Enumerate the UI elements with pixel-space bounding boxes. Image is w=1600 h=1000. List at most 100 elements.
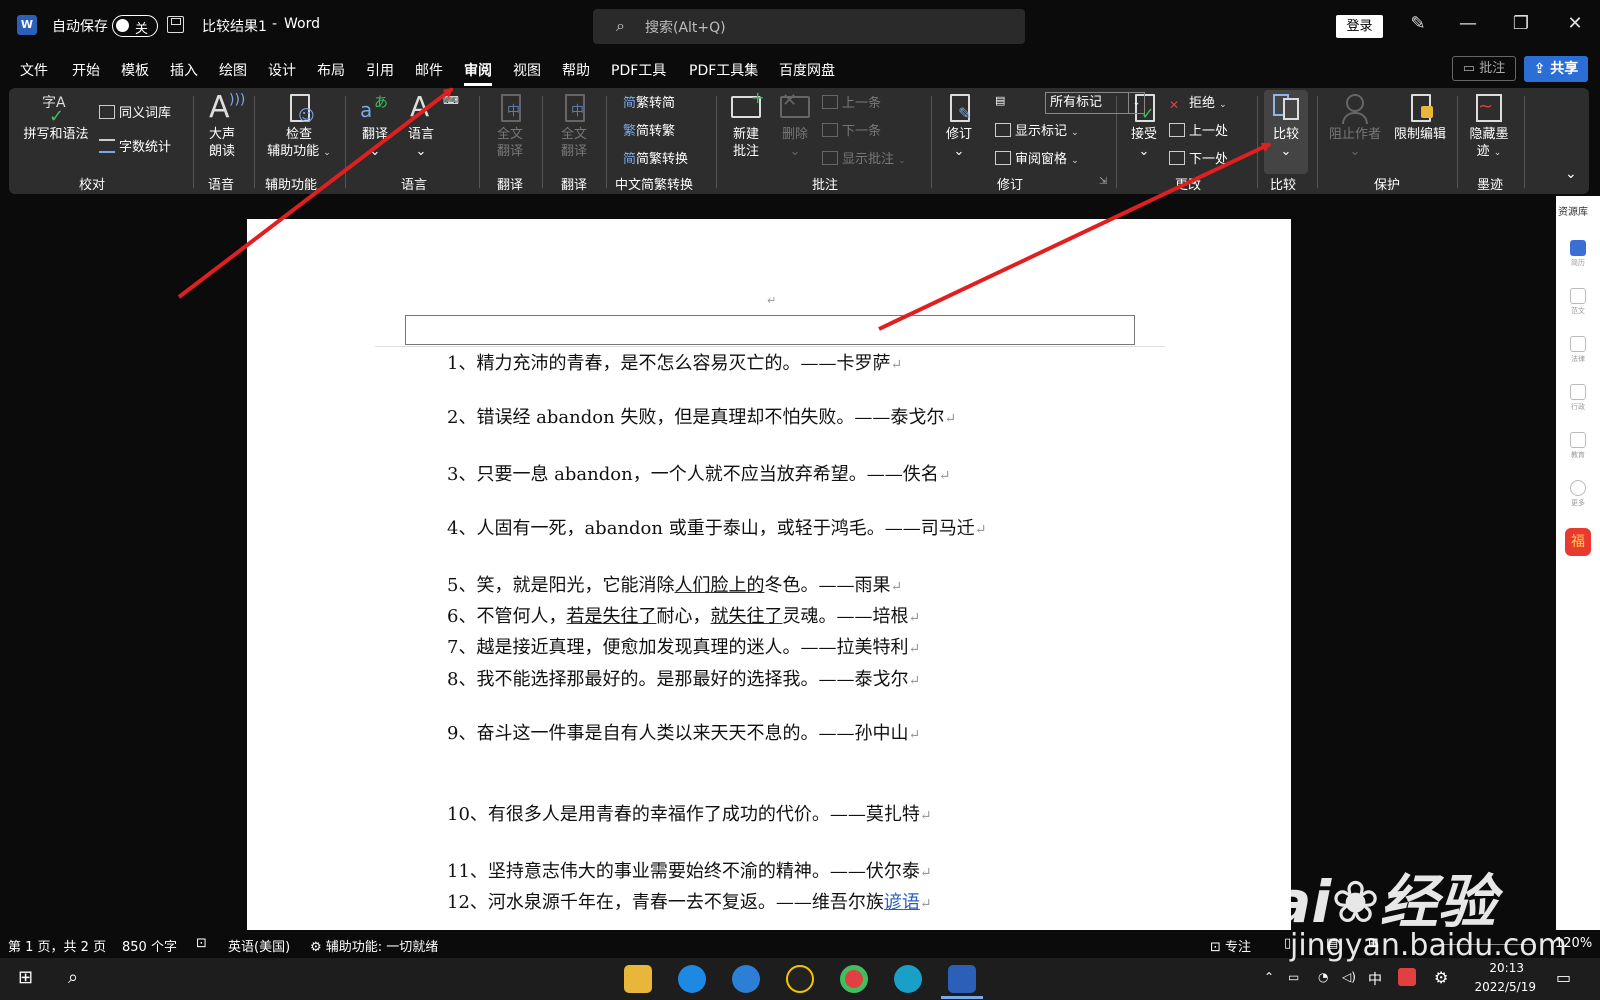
- paragraph[interactable]: 7、越是接近真理，便愈加发现真理的迷人。——拉美特利↵: [447, 633, 920, 659]
- minimize-icon[interactable]: —: [1453, 13, 1483, 34]
- chinese-conversion-button[interactable]: 简简繁转换: [623, 148, 688, 167]
- tab-layout[interactable]: 布局: [317, 60, 345, 80]
- hide-ink-button[interactable]: ~ 隐藏墨 迹 ⌄: [1463, 92, 1515, 162]
- paragraph[interactable]: 2、错误经 abandon 失败，但是真理却不怕失败。——泰戈尔↵: [447, 403, 956, 429]
- windows-start-icon[interactable]: ⊞: [18, 967, 33, 988]
- tab-home[interactable]: 开始: [72, 60, 100, 80]
- track-changes-button[interactable]: ✎ 修订 ⌄: [939, 92, 979, 160]
- tracking-options-launcher-icon[interactable]: ⇲: [1099, 176, 1107, 187]
- file-explorer-icon[interactable]: [624, 965, 652, 993]
- resource-item-more[interactable]: 更多: [1568, 480, 1588, 508]
- paragraph[interactable]: 6、不管何人，若是失往了耐心，就失往了灵魂。——培根↵: [447, 602, 920, 628]
- tab-mailings[interactable]: 邮件: [415, 60, 443, 80]
- full-translate-button-2[interactable]: 中 全文 翻译: [549, 92, 599, 160]
- tab-design[interactable]: 设计: [268, 60, 296, 80]
- block-authors-button[interactable]: 阻止作者 ⌄: [1325, 92, 1385, 160]
- page-count[interactable]: 第 1 页，共 2 页: [8, 936, 106, 955]
- tab-review[interactable]: 审阅: [464, 60, 492, 86]
- sogou-ime-icon[interactable]: [1398, 968, 1416, 986]
- keyboard-icon[interactable]: ⌨: [443, 94, 459, 107]
- tab-pdf-tools[interactable]: PDF工具: [611, 60, 666, 80]
- pen-icon[interactable]: ✎: [1403, 13, 1433, 34]
- word-count-button[interactable]: 字数统计: [99, 136, 171, 155]
- thesaurus-button[interactable]: 同义词库: [99, 102, 171, 121]
- red-packet-icon[interactable]: 福: [1565, 528, 1591, 556]
- chrome-icon[interactable]: [840, 965, 868, 993]
- show-markup-button[interactable]: 显示标记 ⌄: [995, 120, 1079, 139]
- resource-item-education[interactable]: 教育: [1568, 432, 1588, 460]
- tab-file[interactable]: 文件: [20, 60, 48, 80]
- show-comments-button[interactable]: 显示批注 ⌄: [822, 148, 906, 167]
- tab-insert[interactable]: 插入: [170, 60, 198, 80]
- paragraph[interactable]: 11、坚持意志伟大的事业需要始终不渝的精神。——伏尔泰↵: [447, 857, 932, 883]
- paragraph[interactable]: 8、我不能选择那最好的。是那最好的选择我。——泰戈尔↵: [447, 665, 920, 691]
- wifi-icon[interactable]: ◔: [1318, 970, 1328, 984]
- search-box[interactable]: ⌕ 搜索(Alt+Q): [593, 9, 1025, 44]
- document-page[interactable]: ↵ 1、精力充沛的青春，是不怎么容易灭亡的。——卡罗萨↵ 2、错误经 aband…: [247, 219, 1291, 930]
- clock-date[interactable]: 2022/5/19: [1460, 980, 1536, 994]
- paragraph[interactable]: 5、笑，就是阳光，它能消除人们脸上的冬色。——雨果↵: [447, 571, 902, 597]
- resource-item-law[interactable]: 法律: [1568, 336, 1588, 364]
- simplified-to-traditional-button[interactable]: 繁简转繁: [623, 120, 675, 139]
- paragraph[interactable]: 10、有很多人是用青春的幸福作了成功的代价。——莫扎特↵: [447, 800, 932, 826]
- language-button[interactable]: A 语言 ⌄: [399, 90, 443, 160]
- previous-change-button[interactable]: 上一处: [1169, 120, 1228, 139]
- tab-view[interactable]: 视图: [513, 60, 541, 80]
- resource-item-resume[interactable]: 简历: [1568, 240, 1588, 268]
- translate-button[interactable]: aあ 翻译 ⌄: [353, 92, 397, 160]
- previous-comment-button[interactable]: 上一条: [822, 92, 881, 111]
- paragraph[interactable]: 12、河水泉源千年在，青春一去不复返。——维吾尔族谚语↵: [447, 888, 932, 914]
- review-pane-button[interactable]: 审阅窗格 ⌄: [995, 148, 1079, 167]
- settings-gear-icon[interactable]: ⚙: [1434, 968, 1448, 987]
- tab-pdf-toolset[interactable]: PDF工具集: [689, 60, 758, 80]
- battery-icon[interactable]: ▭: [1288, 970, 1299, 984]
- ime-indicator[interactable]: 中: [1368, 969, 1382, 989]
- tab-baidu-netdisk[interactable]: 百度网盘: [779, 60, 835, 80]
- qq-icon[interactable]: [786, 965, 814, 993]
- proofing-status-icon[interactable]: ⊡: [196, 936, 207, 951]
- paragraph[interactable]: 9、奋斗这一件事是自有人类以来天天不息的。——孙中山↵: [447, 719, 920, 745]
- restrict-editing-button[interactable]: 限制编辑: [1389, 92, 1451, 143]
- tab-references[interactable]: 引用: [366, 60, 394, 80]
- tab-help[interactable]: 帮助: [562, 60, 590, 80]
- reject-button[interactable]: ✕ 拒绝 ⌄: [1169, 92, 1227, 112]
- paragraph[interactable]: 3、只要一息 abandon，一个人就不应当放弃希望。——佚名↵: [447, 460, 950, 486]
- clock-time[interactable]: 20:13: [1460, 961, 1524, 975]
- next-change-button[interactable]: 下一处: [1169, 148, 1228, 167]
- language-status[interactable]: 英语(美国): [228, 936, 290, 955]
- traditional-to-simplified-button[interactable]: 简繁转简: [623, 92, 675, 111]
- edge-icon[interactable]: [894, 965, 922, 993]
- comments-button[interactable]: ▭ 批注: [1452, 56, 1516, 81]
- read-aloud-button[interactable]: A))) 大声 朗读: [199, 90, 245, 160]
- browser-e-icon[interactable]: [678, 965, 706, 993]
- check-accessibility-button[interactable]: ☺ 检查 辅助功能 ⌄: [261, 92, 337, 162]
- close-icon[interactable]: ✕: [1560, 13, 1590, 34]
- tab-templates[interactable]: 模板: [121, 60, 149, 80]
- delete-comment-button[interactable]: ✕ 删除 ⌄: [773, 90, 817, 160]
- resource-item-sample[interactable]: 范文: [1568, 288, 1588, 316]
- resource-panel-title[interactable]: 资源库: [1558, 203, 1588, 218]
- volume-icon[interactable]: ◁): [1342, 970, 1356, 984]
- search-app-icon[interactable]: [732, 965, 760, 993]
- markup-display-select[interactable]: 所有标记 ⌄: [1045, 92, 1145, 114]
- word-taskbar-icon[interactable]: [948, 965, 976, 993]
- resource-item-admin[interactable]: 行政: [1568, 384, 1588, 412]
- paragraph[interactable]: 1、精力充沛的青春，是不怎么容易灭亡的。——卡罗萨↵: [447, 349, 902, 375]
- paragraph[interactable]: 4、人固有一死，abandon 或重于泰山，或轻于鸿毛。——司马迁↵: [447, 514, 986, 540]
- share-button[interactable]: ⇪ 共享: [1524, 56, 1588, 82]
- tray-chevron-icon[interactable]: ⌃: [1264, 970, 1274, 984]
- search-icon[interactable]: ⌕: [68, 967, 78, 988]
- tab-draw[interactable]: 绘图: [219, 60, 247, 80]
- notification-icon[interactable]: ▭: [1556, 968, 1571, 987]
- header-box[interactable]: [405, 315, 1135, 345]
- collapse-ribbon-icon[interactable]: ⌄: [1565, 166, 1577, 182]
- word-count-status[interactable]: 850 个字: [122, 936, 177, 955]
- login-button[interactable]: 登录: [1336, 15, 1383, 38]
- restore-icon[interactable]: ❐: [1506, 13, 1536, 34]
- accessibility-status[interactable]: ⚙ 辅助功能: 一切就绪: [310, 936, 438, 955]
- new-comment-button[interactable]: + 新建 批注: [723, 88, 769, 160]
- compare-button[interactable]: 比较 ⌄: [1262, 92, 1310, 160]
- spelling-grammar-button[interactable]: 字A ✓ 拼写和语法: [23, 92, 89, 143]
- full-translate-button-1[interactable]: 中 全文 翻译: [485, 92, 535, 160]
- save-icon[interactable]: [167, 16, 184, 33]
